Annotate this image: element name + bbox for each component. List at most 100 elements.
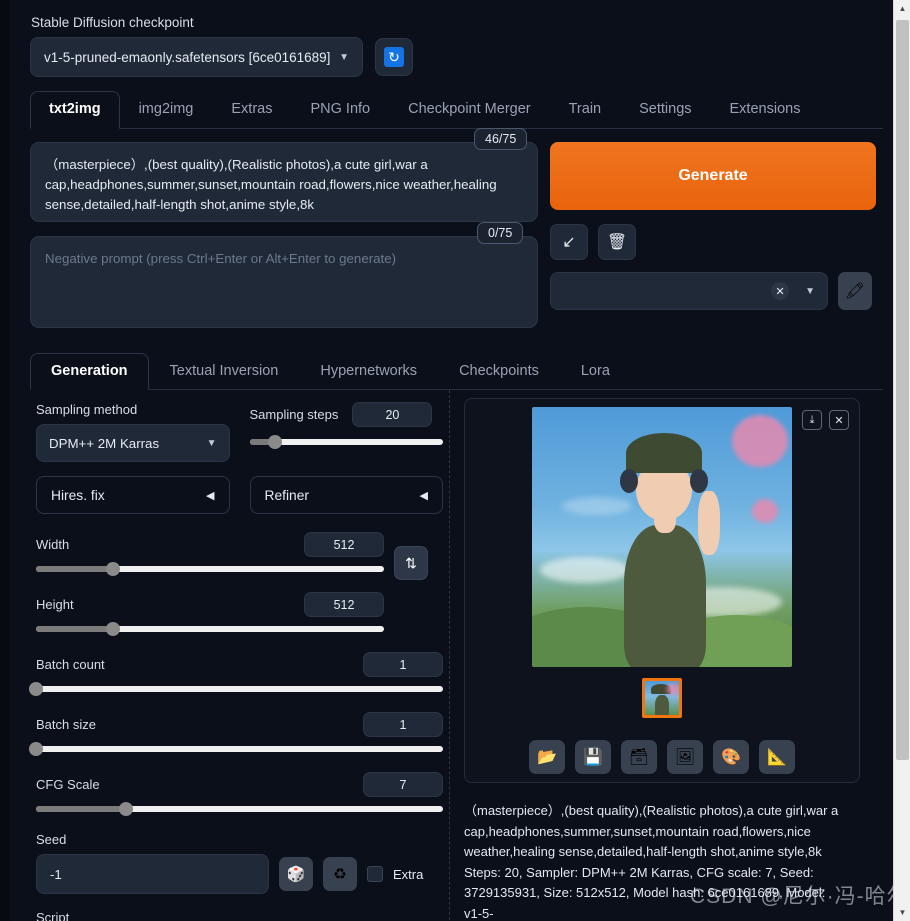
swap-dimensions-button[interactable]: ⇅ (394, 546, 428, 580)
clear-prompt-button[interactable]: 🗑 (598, 224, 636, 260)
extra-seed-checkbox[interactable] (367, 866, 383, 882)
close-image-button[interactable]: ✕ (829, 410, 849, 430)
send-to-extras-icon: 📐 (767, 749, 787, 766)
batch-size-value[interactable]: 1 (363, 712, 443, 737)
chevron-down-icon: ▼ (206, 437, 217, 449)
sampling-method-value: DPM++ 2M Karras (49, 435, 160, 451)
tab-lora[interactable]: Lora (560, 353, 631, 389)
tab-checkpoint-merger[interactable]: Checkpoint Merger (389, 91, 550, 128)
scroll-up-icon[interactable]: ▲ (894, 0, 910, 17)
generated-image[interactable] (532, 407, 792, 667)
edit-styles-button[interactable]: 🖍 (838, 272, 872, 310)
checkpoint-label: Stable Diffusion checkpoint (31, 15, 194, 30)
seed-input[interactable]: -1 (36, 854, 269, 894)
sampling-method-dropdown[interactable]: DPM++ 2M Karras ▼ (36, 424, 230, 462)
slider-thumb[interactable] (105, 562, 120, 576)
main-columns: Sampling method DPM++ 2M Karras ▼ Sampli… (29, 390, 883, 921)
output-gallery: ⤓ ✕ 📂 💾 🗃 🖼 🎨 📐 (464, 398, 860, 783)
width-value[interactable]: 512 (304, 532, 384, 557)
seed-label: Seed (36, 832, 67, 847)
generated-image-wrap: ⤓ ✕ (473, 407, 851, 667)
sampling-steps-slider[interactable] (249, 435, 443, 449)
positive-prompt-input[interactable]: （masterpiece）,(best quality),(Realistic … (30, 142, 538, 222)
tab-img2img[interactable]: img2img (120, 91, 213, 128)
negative-prompt-input[interactable]: Negative prompt (press Ctrl+Enter or Alt… (30, 236, 538, 328)
batch-count-value[interactable]: 1 (363, 652, 443, 677)
batch-count-slider[interactable] (29, 682, 443, 696)
batch-size-label: Batch size (36, 717, 96, 732)
cfg-scale-label: CFG Scale (36, 777, 100, 792)
batch-count-block: Batch count 1 (29, 652, 443, 696)
width-slider[interactable] (36, 562, 384, 576)
dice-icon: 🎲 (286, 866, 306, 883)
slider-thumb[interactable] (29, 742, 43, 756)
tab-png-info[interactable]: PNG Info (291, 91, 389, 128)
cfg-scale-slider[interactable] (36, 802, 443, 816)
random-seed-button[interactable]: 🎲 (279, 857, 313, 891)
send-to-img2img-button[interactable]: 🖼 (667, 740, 703, 774)
height-label: Height (36, 597, 74, 612)
slider-thumb[interactable] (267, 435, 282, 449)
refiner-accordion[interactable]: Refiner ◀ (249, 476, 443, 514)
styles-dropdown[interactable]: ✕ ▼ (550, 272, 828, 310)
tab-train[interactable]: Train (550, 91, 621, 128)
download-image-button[interactable]: ⤓ (802, 410, 822, 430)
prompt-action-buttons: ↙ 🗑 (550, 224, 876, 260)
cfg-scale-value[interactable]: 7 (363, 772, 443, 797)
tab-extras[interactable]: Extras (212, 91, 291, 128)
batch-count-head: Batch count 1 (36, 652, 443, 677)
height-slider[interactable] (36, 622, 384, 636)
sampling-steps-label: Sampling steps (249, 407, 339, 422)
slider-fill (36, 806, 126, 812)
tab-extensions[interactable]: Extensions (711, 91, 820, 128)
scrollbar-thumb[interactable] (896, 20, 909, 760)
hires-fix-accordion[interactable]: Hires. fix ◀ (36, 476, 230, 514)
tab-hypernetworks[interactable]: Hypernetworks (299, 353, 438, 389)
tab-settings[interactable]: Settings (620, 91, 710, 128)
slider-thumb[interactable] (29, 682, 43, 696)
reuse-seed-button[interactable]: ♻ (323, 857, 357, 891)
slider-track (36, 686, 443, 692)
sampling-method-group: Sampling method DPM++ 2M Karras ▼ (36, 402, 230, 462)
height-head: Height 512 (36, 592, 384, 617)
hires-fix-label: Hires. fix (51, 487, 105, 503)
refresh-checkpoints-button[interactable]: ↻ (375, 38, 413, 76)
tab-generation[interactable]: Generation (30, 353, 149, 390)
refiner-label: Refiner (264, 487, 309, 503)
checkpoint-dropdown[interactable]: v1-5-pruned-emaonly.safetensors [6ce0161… (30, 37, 363, 77)
sampling-method-label: Sampling method (36, 402, 138, 417)
slider-thumb[interactable] (105, 622, 120, 636)
cfg-scale-head: CFG Scale 7 (36, 772, 443, 797)
batch-size-block: Batch size 1 (29, 712, 443, 756)
open-folder-button[interactable]: 📂 (529, 740, 565, 774)
pencil-icon: 🖍 (844, 283, 866, 300)
scroll-down-icon[interactable]: ▼ (894, 904, 910, 921)
image-thumbnail[interactable] (642, 678, 682, 718)
output-panel-wrapper: ⤓ ✕ 📂 💾 🗃 🖼 🎨 📐 （masterpiece）,(best qual… (450, 390, 860, 921)
thumbnail-strip (473, 678, 851, 718)
height-value[interactable]: 512 (304, 592, 384, 617)
tab-checkpoints[interactable]: Checkpoints (438, 353, 560, 389)
sampling-steps-group: Sampling steps 20 (249, 402, 443, 462)
accordion-row: Hires. fix ◀ Refiner ◀ (36, 476, 443, 514)
dimension-sliders: Width 512 Height 512 (36, 532, 384, 636)
generate-button[interactable]: Generate (550, 142, 876, 210)
positive-token-counter: 46/75 (474, 128, 528, 150)
checkpoint-value: v1-5-pruned-emaonly.safetensors [6ce0161… (44, 49, 331, 65)
page-scrollbar[interactable]: ▲ ▼ (893, 0, 910, 921)
batch-size-slider[interactable] (29, 742, 443, 756)
generation-info-prompt: （masterpiece）,(best quality),(Realistic … (464, 803, 839, 860)
slider-thumb[interactable] (118, 802, 133, 816)
width-head: Width 512 (36, 532, 384, 557)
clear-styles-icon[interactable]: ✕ (771, 282, 790, 300)
width-label: Width (36, 537, 70, 552)
save-button[interactable]: 💾 (575, 740, 611, 774)
sampling-steps-value[interactable]: 20 (352, 402, 433, 427)
swap-dimensions-icon: ⇅ (405, 554, 417, 571)
tab-txt2img[interactable]: txt2img (30, 91, 120, 129)
send-to-extras-button[interactable]: 📐 (759, 740, 795, 774)
restore-progress-button[interactable]: ↙ (550, 224, 588, 260)
save-zip-button[interactable]: 🗃 (621, 740, 657, 774)
tab-textual-inversion[interactable]: Textual Inversion (149, 353, 300, 389)
send-to-inpaint-button[interactable]: 🎨 (713, 740, 749, 774)
